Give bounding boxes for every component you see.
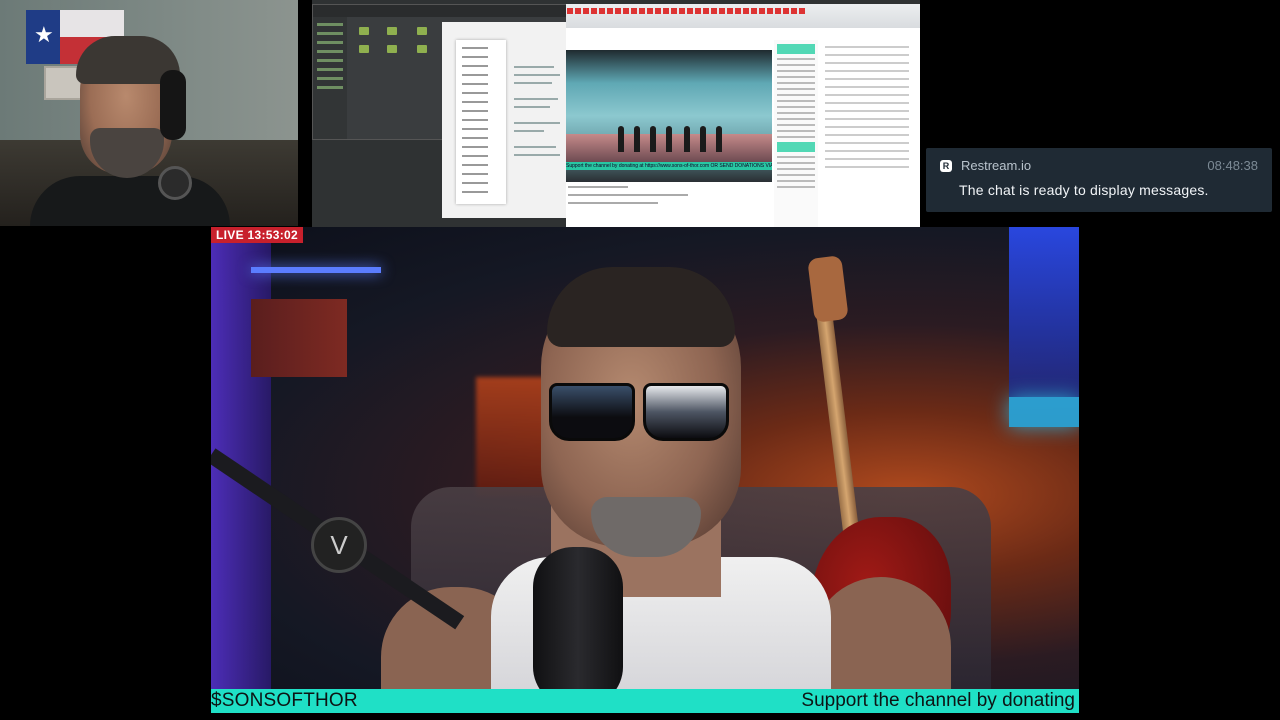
guest-webcam-main: V — [211, 227, 1079, 713]
folder-icon — [359, 45, 369, 53]
chat-message: The chat is ready to display messages. — [959, 182, 1209, 198]
folder-icon — [387, 27, 397, 35]
browser-tab-strip — [566, 4, 920, 28]
microphone-logo-icon: V — [311, 517, 367, 573]
file-manager-sidebar — [313, 17, 347, 139]
folder-icon — [387, 45, 397, 53]
embedded-video-player: Support the channel by donating at https… — [566, 50, 772, 182]
desktop-capture: Support the channel by donating at https… — [312, 0, 920, 227]
live-chat-column — [774, 40, 818, 227]
microphone-icon — [533, 547, 623, 707]
channel-handle: $SONSOFTHOR — [211, 690, 358, 711]
folder-icon — [359, 27, 369, 35]
sunglasses — [549, 383, 729, 445]
browser-window-video: Support the channel by donating at https… — [566, 4, 920, 227]
chat-timestamp: 08:48:38 — [1207, 158, 1258, 173]
folder-icon — [417, 45, 427, 53]
headset-icon — [160, 70, 186, 140]
host-webcam-small: ★ — [0, 0, 298, 226]
host-body — [30, 176, 230, 226]
browser-context-menu — [456, 40, 506, 204]
restream-logo-icon: R — [940, 160, 952, 172]
support-message: Support the channel by donating — [801, 690, 1075, 711]
video-ticker: Support the channel by donating at https… — [566, 162, 772, 170]
guest-hair — [547, 267, 735, 347]
ticker-bar: $SONSOFTHOR Support the channel by donat… — [211, 689, 1079, 713]
microphone-icon — [158, 166, 192, 200]
guitar-head — [807, 255, 849, 323]
shelf-boxes — [251, 299, 347, 377]
chat-source: Restream.io — [961, 158, 1032, 173]
sidebar-column — [822, 40, 912, 227]
stream-layout: ★ Support the channel by donating at htt… — [0, 0, 1280, 720]
browser-window-menu — [442, 22, 570, 218]
folder-icon — [417, 27, 427, 35]
live-badge: LIVE 13:53:02 — [211, 227, 303, 243]
star-icon: ★ — [34, 22, 54, 47]
chat-overlay: R Restream.io 08:48:38 The chat is ready… — [926, 148, 1272, 212]
